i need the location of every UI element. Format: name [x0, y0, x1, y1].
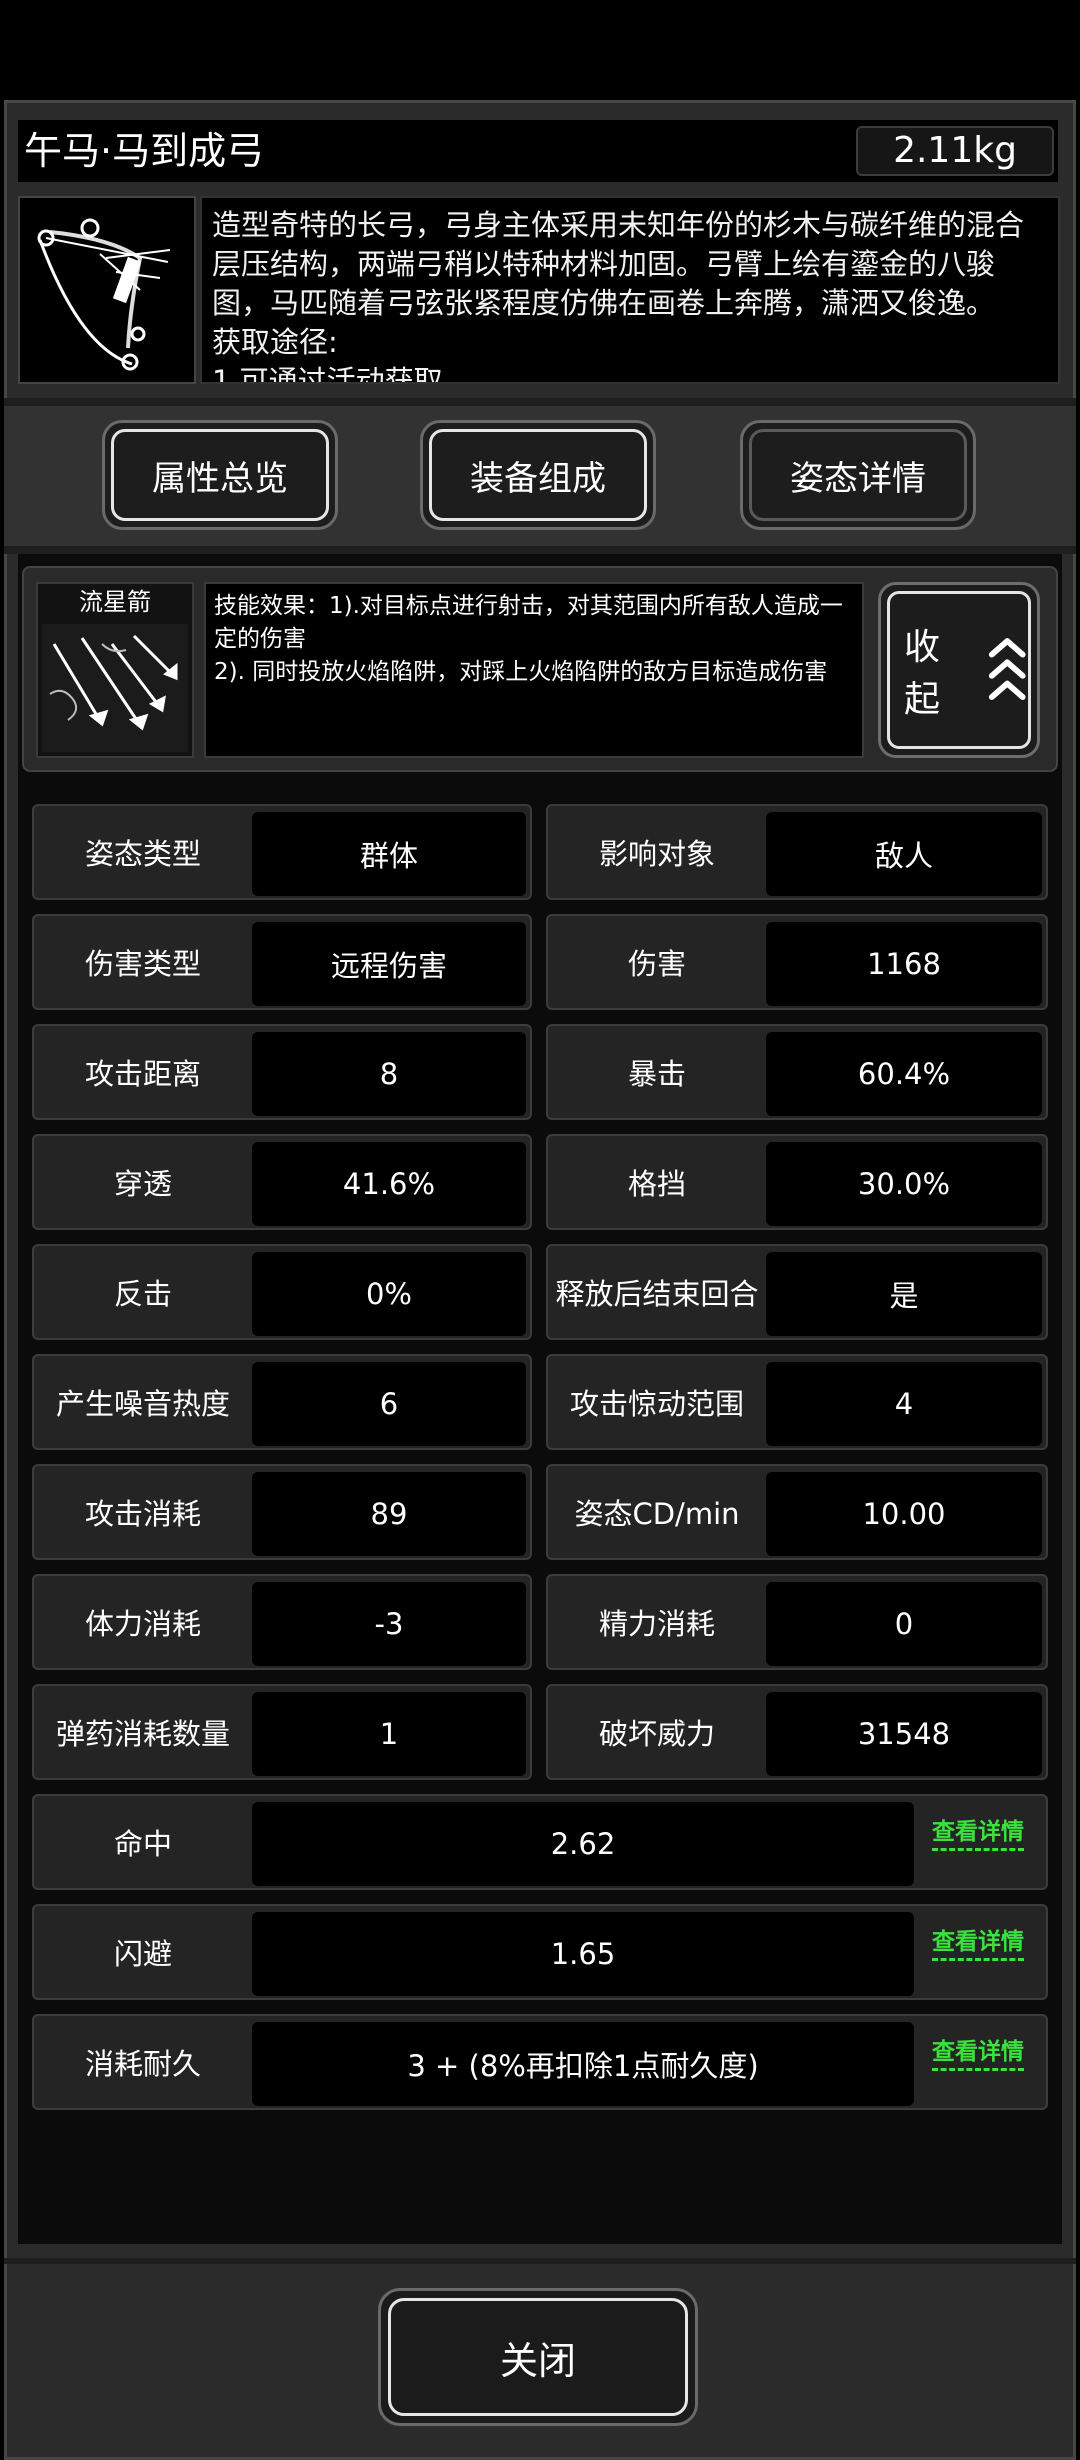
skill-name: 流星箭: [79, 588, 151, 616]
stat-cell: 格挡 30.0%: [546, 1134, 1048, 1230]
stat-cell-wide: 闪避 1.65 查看详情: [32, 1904, 1048, 2000]
collapse-button-face[interactable]: 收起: [887, 591, 1031, 749]
item-name: 午马·马到成弓: [24, 129, 265, 173]
stat-value: 60.4%: [766, 1032, 1042, 1116]
skill-effect: 技能效果：1).对目标点进行射击，对其范围内所有敌人造成一定的伤害 2). 同时…: [204, 582, 864, 758]
stat-label: 伤害类型: [84, 947, 201, 981]
stat-cell: 穿透 41.6%: [32, 1134, 532, 1230]
stat-cell: 影响对象 敌人: [546, 804, 1048, 900]
stat-label: 攻击惊动范围: [569, 1387, 744, 1421]
item-description[interactable]: 造型奇特的长弓，弓身主体采用未知年份的杉木与碳纤维的混合层压结构，两端弓稍以特种…: [200, 196, 1060, 384]
stat-value: 89: [252, 1472, 526, 1556]
tab-attribute-overview[interactable]: 属性总览: [102, 420, 338, 530]
stat-label: 命中: [113, 1827, 172, 1861]
stat-value: 敌人: [766, 812, 1042, 896]
tab-label: 姿态详情: [749, 429, 967, 521]
stat-value: 30.0%: [766, 1142, 1042, 1226]
divider: [4, 546, 1076, 554]
stat-value: 10.00: [766, 1472, 1042, 1556]
bow-icon: [18, 196, 196, 384]
stat-cell: 暴击 60.4%: [546, 1024, 1048, 1120]
tab-label: 装备组成: [429, 429, 647, 521]
view-details-link[interactable]: 查看详情: [932, 1818, 1024, 1851]
stat-cell: 伤害类型 远程伤害: [32, 914, 532, 1010]
stat-label: 反击: [113, 1277, 172, 1311]
stat-value: 0%: [252, 1252, 526, 1336]
double-chevron-up-icon: [988, 638, 1026, 700]
stat-label: 闪避: [113, 1937, 172, 1971]
stat-cell: 破坏威力 31548: [546, 1684, 1048, 1780]
stat-label: 精力消耗: [598, 1607, 715, 1641]
stat-value: 1: [252, 1692, 526, 1776]
stat-label: 体力消耗: [84, 1607, 201, 1641]
stat-label: 姿态CD/min: [574, 1497, 740, 1531]
tab-equipment-composition[interactable]: 装备组成: [420, 420, 656, 530]
view-details-link[interactable]: 查看详情: [932, 1928, 1024, 1961]
stat-value: -3: [252, 1582, 526, 1666]
stat-cell: 体力消耗 -3: [32, 1574, 532, 1670]
skill-effect-text: 技能效果：1).对目标点进行射击，对其范围内所有敌人造成一定的伤害 2). 同时…: [214, 593, 843, 685]
stat-label: 格挡: [627, 1167, 686, 1201]
stat-cell: 反击 0%: [32, 1244, 532, 1340]
stat-cell: 姿态CD/min 10.00: [546, 1464, 1048, 1560]
stat-value: 6: [252, 1362, 526, 1446]
stat-cell: 弹药消耗数量 1: [32, 1684, 532, 1780]
close-label: 关闭: [499, 2338, 576, 2383]
collapse-label: 收起: [904, 627, 941, 720]
stat-value: 远程伤害: [252, 922, 526, 1006]
stat-value: 群体: [252, 812, 526, 896]
stat-label: 暴击: [627, 1057, 686, 1091]
stat-label: 弹药消耗数量: [55, 1717, 230, 1751]
stat-value: 41.6%: [252, 1142, 526, 1226]
stat-label: 姿态类型: [84, 837, 201, 871]
stat-cell: 攻击消耗 89: [32, 1464, 532, 1560]
stat-label: 破坏威力: [598, 1717, 715, 1751]
tab-stance-details[interactable]: 姿态详情: [740, 420, 976, 530]
divider: [4, 398, 1076, 406]
stat-value: 是: [766, 1252, 1042, 1336]
stat-label: 攻击距离: [84, 1057, 201, 1091]
close-button-face[interactable]: 关闭: [388, 2298, 688, 2416]
stat-label: 影响对象: [598, 837, 715, 871]
stat-cell: 产生噪音热度 6: [32, 1354, 532, 1450]
tab-label: 属性总览: [111, 429, 329, 521]
description-text: 造型奇特的长弓，弓身主体采用未知年份的杉木与碳纤维的混合层压结构，两端弓稍以特种…: [212, 208, 1025, 384]
stat-value: 2.62: [252, 1802, 914, 1886]
divider: [4, 2258, 1076, 2264]
stat-cell: 攻击惊动范围 4: [546, 1354, 1048, 1450]
stat-label: 消耗耐久: [84, 2047, 201, 2081]
stat-cell: 释放后结束回合是: [546, 1244, 1048, 1340]
stat-label: 攻击消耗: [84, 1497, 201, 1531]
item-weight: 2.11kg: [856, 126, 1054, 176]
stat-value: 3 + (8%再扣除1点耐久度): [252, 2022, 914, 2106]
stat-label: 伤害: [627, 947, 686, 981]
view-details-link[interactable]: 查看详情: [932, 2038, 1024, 2071]
stat-label: 释放后结束回合: [555, 1277, 759, 1311]
stat-cell: 精力消耗 0: [546, 1574, 1048, 1670]
stat-cell-wide: 消耗耐久 3 + (8%再扣除1点耐久度) 查看详情: [32, 2014, 1048, 2110]
stat-cell: 攻击距离 8: [32, 1024, 532, 1120]
stat-label: 穿透: [113, 1167, 172, 1201]
stat-value: 1168: [766, 922, 1042, 1006]
stat-label: 产生噪音热度: [55, 1387, 230, 1421]
stat-cell-wide: 命中 2.62 查看详情: [32, 1794, 1048, 1890]
stat-value: 8: [252, 1032, 526, 1116]
stat-value: 4: [766, 1362, 1042, 1446]
stat-value: 1.65: [252, 1912, 914, 1996]
stat-cell: 姿态类型 群体: [32, 804, 532, 900]
stat-value: 31548: [766, 1692, 1042, 1776]
stat-value: 0: [766, 1582, 1042, 1666]
meteor-arrows-icon: [42, 624, 188, 752]
stat-cell: 伤害 1168: [546, 914, 1048, 1010]
